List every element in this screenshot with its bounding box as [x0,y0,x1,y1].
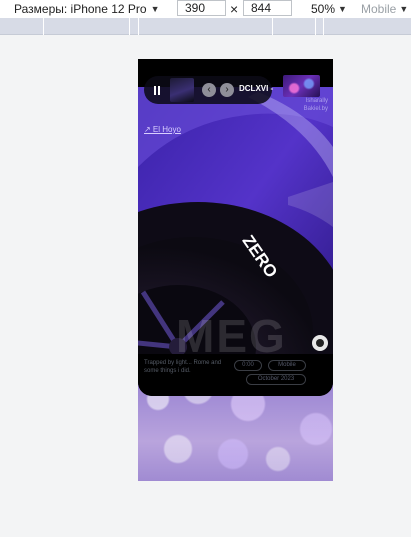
track-title[interactable]: DCLXVI - [239,84,275,96]
artwork-watermark: MEG [176,310,287,354]
pause-button[interactable] [148,81,166,99]
pause-icon [154,85,156,95]
ruler-breakpoint [43,18,44,35]
brand-line: Bakiel.by [303,106,328,112]
device-mode-selector[interactable]: Mobile ▼ [361,0,408,18]
brand-line: Isharally [305,98,328,104]
next-track-button[interactable]: › [220,83,234,97]
dimension-separator: × [230,1,239,17]
device-selector[interactable]: Размеры: iPhone 12 Pro ▼ [14,0,160,18]
player-card: ZERO MEG ↗ El Hoyo Isharally Bakiel.by ‹… [138,59,333,396]
ruler-breakpoint [272,18,273,35]
viewport-height-input[interactable] [243,0,292,16]
zoom-selector[interactable]: 50% ▼ [311,0,347,18]
chevron-down-icon: ▼ [399,4,409,14]
ruler-breakpoint [315,18,316,35]
ruler-breakpoint [138,18,139,35]
device-selector-label: Размеры: iPhone 12 Pro [14,2,147,16]
track-description: Trapped by light... Rome and some things… [144,360,222,374]
artwork-credit-link[interactable]: ↗ El Hoyo [144,125,181,134]
previous-track-button[interactable]: ‹ [202,83,216,97]
chevron-down-icon: ▼ [338,4,347,14]
tag-chip[interactable]: Mobile [268,360,306,371]
promo-thumbnail[interactable] [283,75,320,97]
device-viewport: ZERO MEG ↗ El Hoyo Isharally Bakiel.by ‹… [138,59,333,481]
track-info-row: Trapped by light... Rome and some things… [138,354,333,396]
viewport-width-input[interactable] [177,0,226,16]
tag-chip[interactable]: October 2023 [246,374,306,385]
tag-chip[interactable]: 0:00 [234,360,262,371]
artwork-brand-text: Isharally Bakiel.by [288,97,328,113]
ruler-breakpoint [323,18,324,35]
player-control-bar: ‹ › DCLXVI - [144,76,275,104]
media-query-ruler[interactable] [0,18,411,35]
track-thumbnail[interactable] [170,78,194,102]
ruler-breakpoint [129,18,130,35]
zoom-selector-label: 50% [311,2,336,16]
device-mode-label: Mobile [361,2,397,16]
chevron-down-icon: ▼ [150,4,160,14]
devtools-device-toolbar: Размеры: iPhone 12 Pro ▼ × 50% ▼ Mobile … [0,0,411,18]
